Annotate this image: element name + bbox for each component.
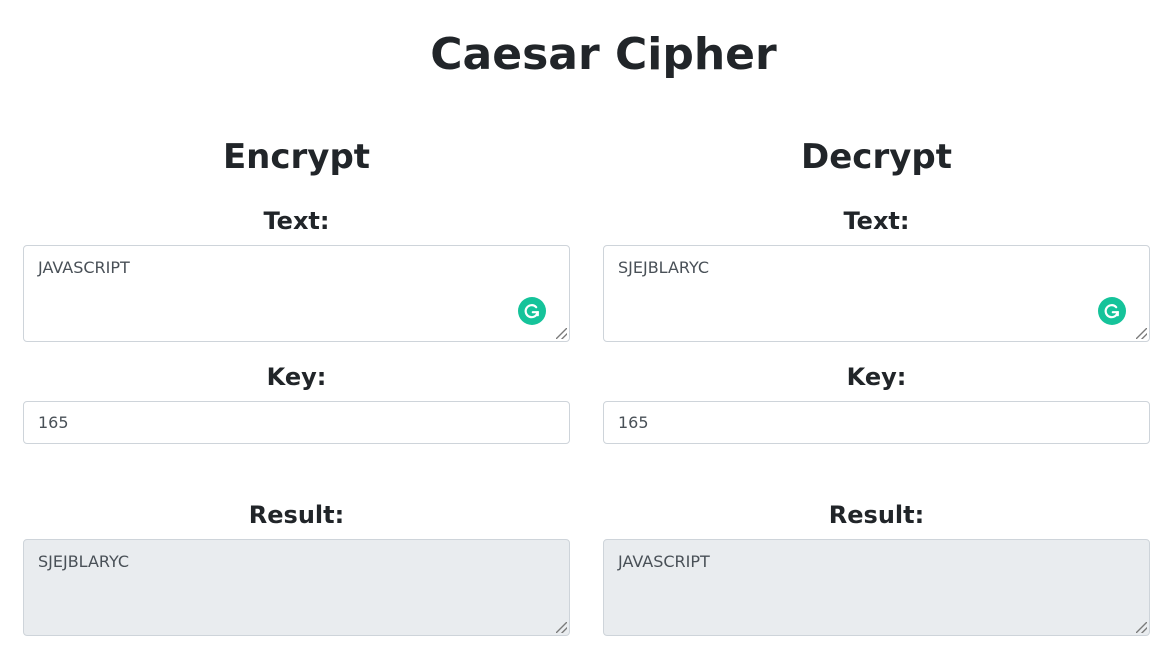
encrypt-result-output[interactable]: SJEJBLARYC xyxy=(23,539,570,636)
decrypt-panel: Decrypt Text: SJEJBLARYC Key: 165 Result… xyxy=(603,0,1150,663)
grammarly-g-icon xyxy=(524,304,539,319)
encrypt-key-input[interactable]: 165 xyxy=(23,401,570,444)
encrypt-text-input[interactable]: JAVASCRIPT xyxy=(23,245,570,342)
encrypt-result-label: Result: xyxy=(248,501,345,529)
resize-grip-icon[interactable] xyxy=(1136,328,1147,339)
decrypt-key-input[interactable]: 165 xyxy=(603,401,1150,444)
encrypt-text-label: Text: xyxy=(263,207,330,235)
encrypt-key-value: 165 xyxy=(38,413,69,432)
grammarly-g-icon xyxy=(1104,304,1119,319)
decrypt-result-label: Result: xyxy=(828,501,925,529)
decrypt-text-label: Text: xyxy=(843,207,910,235)
resize-grip-icon[interactable] xyxy=(1136,622,1147,633)
decrypt-text-input[interactable]: SJEJBLARYC xyxy=(603,245,1150,342)
encrypt-heading: Encrypt xyxy=(222,137,371,177)
grammarly-icon[interactable] xyxy=(518,297,546,325)
grammarly-icon[interactable] xyxy=(1098,297,1126,325)
decrypt-result-value: JAVASCRIPT xyxy=(618,552,710,571)
encrypt-key-label: Key: xyxy=(266,363,327,391)
decrypt-heading: Decrypt xyxy=(801,137,952,177)
decrypt-text-value: SJEJBLARYC xyxy=(618,258,710,277)
decrypt-result-output[interactable]: JAVASCRIPT xyxy=(603,539,1150,636)
encrypt-text-value: JAVASCRIPT xyxy=(38,258,130,277)
resize-grip-icon[interactable] xyxy=(556,328,567,339)
decrypt-key-label: Key: xyxy=(846,363,907,391)
decrypt-key-value: 165 xyxy=(618,413,649,432)
encrypt-panel: Encrypt Text: JAVASCRIPT Key: 165 Result… xyxy=(23,0,570,663)
resize-grip-icon[interactable] xyxy=(556,622,567,633)
encrypt-result-value: SJEJBLARYC xyxy=(38,552,130,571)
